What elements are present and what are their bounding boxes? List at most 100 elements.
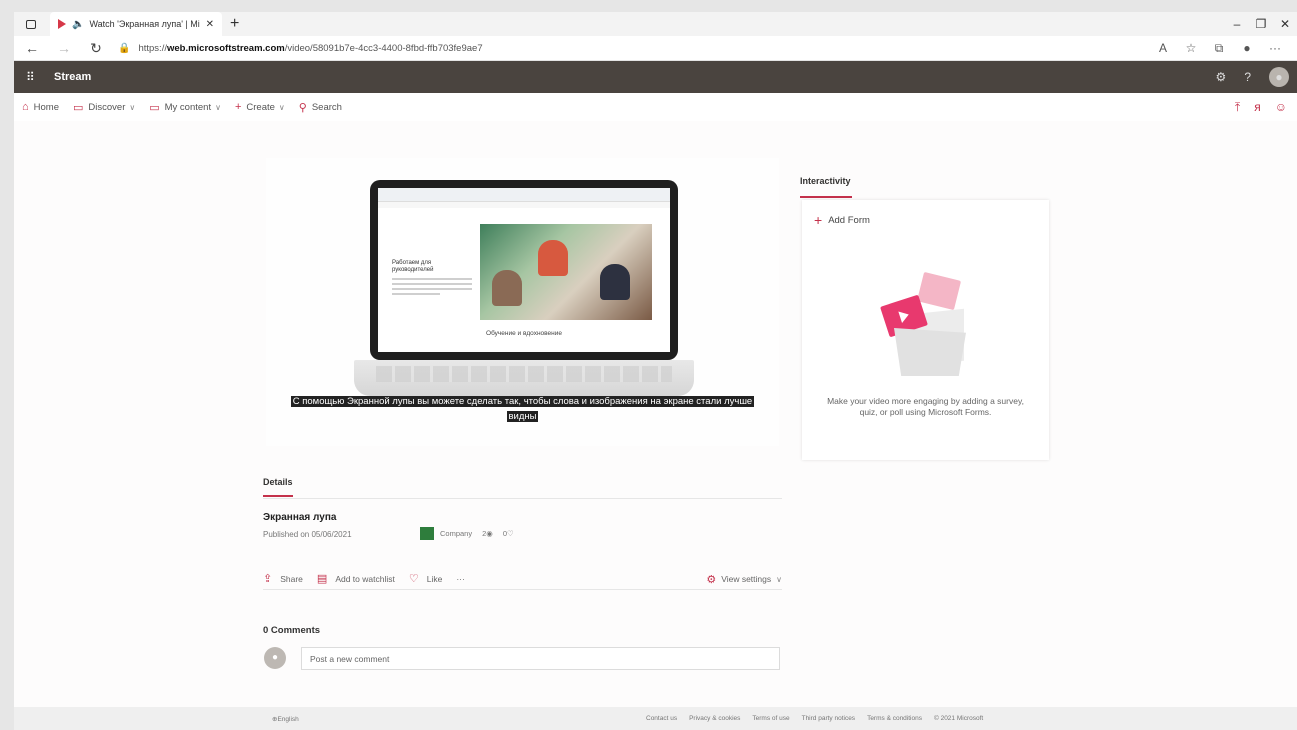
nav-search[interactable]: ⚲ Search xyxy=(299,101,342,114)
person-icon[interactable]: ᴙ xyxy=(1254,100,1261,114)
footer-link-contact[interactable]: Contact us xyxy=(646,715,677,722)
nav-create[interactable]: + Create ∨ xyxy=(235,101,285,113)
more-icon[interactable]: ··· xyxy=(1261,41,1289,56)
footer-link-terms[interactable]: Terms of use xyxy=(752,715,789,722)
plus-icon: + xyxy=(814,212,823,228)
video-actions: ⇪ Share ▤ Add to watchlist ♡ Like ··· ⚙ … xyxy=(263,568,782,590)
minimize-button[interactable]: – xyxy=(1225,17,1249,31)
url-prefix: https:// xyxy=(138,42,167,54)
new-tab-button[interactable]: + xyxy=(230,15,239,33)
main-content: Работаем для руководителей Обучение и вд… xyxy=(14,121,1297,707)
language-label: English xyxy=(277,716,299,723)
tab-interactivity[interactable]: Interactivity xyxy=(800,176,851,186)
divider xyxy=(263,498,782,499)
nav-discover-label: Discover xyxy=(88,101,126,113)
active-tab-indicator xyxy=(263,495,293,497)
footer-link-privacy[interactable]: Privacy & cookies xyxy=(689,715,740,722)
settings-icon[interactable]: ⚙ xyxy=(1216,70,1227,84)
help-icon[interactable]: ? xyxy=(1244,70,1251,84)
speaker-icon[interactable]: 🔈 xyxy=(72,19,84,30)
share-button[interactable]: ⇪ Share xyxy=(263,572,303,585)
tab-details[interactable]: Details xyxy=(263,477,293,487)
restore-button[interactable]: ❐ xyxy=(1249,17,1273,31)
language-selector[interactable]: ⊕English xyxy=(272,715,299,723)
sidebar-icon[interactable] xyxy=(26,19,36,29)
nav-right-actions: ⤒ ᴙ ☺ xyxy=(1221,93,1287,121)
browser-tab[interactable]: 🔈 Watch 'Экранная лупа' | Mi ✕ xyxy=(50,12,222,36)
comment-input[interactable]: Post a new comment xyxy=(301,647,780,670)
watchlist-label: Add to watchlist xyxy=(335,573,395,584)
add-form-label: Add Form xyxy=(828,214,870,226)
forward-icon: → xyxy=(57,40,71,56)
reader-icon[interactable]: A xyxy=(1149,41,1177,56)
more-label: ··· xyxy=(456,573,465,584)
heart-icon: ♡ xyxy=(408,573,419,585)
back-icon[interactable]: ← xyxy=(22,40,42,56)
lock-icon[interactable]: 🔒 xyxy=(118,43,130,54)
chevron-down-icon: ∨ xyxy=(215,102,221,112)
title-bar: 🔈 Watch 'Экранная лупа' | Mi ✕ + – ❐ ✕ xyxy=(14,12,1297,36)
address-bar: ← → ↻ 🔒 https://web.microsoftstream.com /… xyxy=(14,36,1297,61)
smiley-icon[interactable]: ☺ xyxy=(1275,100,1287,114)
view-settings-button[interactable]: ⚙ View settings ∨ xyxy=(706,568,782,590)
gear-icon: ⚙ xyxy=(706,573,717,586)
close-window-button[interactable]: ✕ xyxy=(1273,17,1297,31)
add-form-button[interactable]: + Add Form xyxy=(814,212,870,228)
upload-icon[interactable]: ⤒ xyxy=(1235,100,1240,115)
channel-name[interactable]: Company xyxy=(440,529,472,538)
like-button[interactable]: ♡ Like xyxy=(409,572,442,585)
footer-links: Contact us Privacy & cookies Terms of us… xyxy=(646,715,995,722)
publish-date: Published on 05/06/2021 xyxy=(263,530,352,539)
avatar: ● xyxy=(264,647,286,669)
nav-my-content[interactable]: ▭ My content ∨ xyxy=(149,101,221,114)
waffle-icon[interactable]: ⠿ xyxy=(26,70,40,84)
favorite-icon[interactable]: ☆ xyxy=(1177,41,1205,56)
nav-my-content-label: My content xyxy=(164,101,212,113)
comments-title: 0 Comments xyxy=(263,625,321,636)
share-label: Share xyxy=(280,573,303,584)
video-favicon xyxy=(58,19,66,29)
close-icon[interactable]: ✕ xyxy=(206,19,214,30)
header-actions: ⚙ ? ● xyxy=(1198,61,1289,93)
tab-title: Watch 'Экранная лупа' | Mi xyxy=(89,19,200,29)
window-controls: – ❐ ✕ xyxy=(1225,12,1297,36)
footer-link-third-party[interactable]: Third party notices xyxy=(802,715,855,722)
screen-heading: Работаем для руководителей xyxy=(392,260,434,273)
collections-icon[interactable]: ⧉ xyxy=(1205,41,1233,56)
chevron-down-icon: ∨ xyxy=(776,574,782,584)
nav-discover[interactable]: ▭ Discover ∨ xyxy=(73,101,135,114)
browser-window: 🔈 Watch 'Экранная лупа' | Mi ✕ + – ❐ ✕ ←… xyxy=(14,12,1297,730)
video-player[interactable]: Работаем для руководителей Обучение и вд… xyxy=(266,158,779,446)
footer-copyright: © 2021 Microsoft xyxy=(933,715,984,722)
avatar[interactable]: ● xyxy=(1269,67,1289,87)
app-header: ⠿ Stream ⚙ ? ● xyxy=(14,61,1297,93)
channel-thumbnail[interactable] xyxy=(420,527,434,540)
add-to-watchlist-button[interactable]: ▤ Add to watchlist xyxy=(317,572,395,585)
forms-illustration xyxy=(876,270,976,380)
share-icon: ⇪ xyxy=(263,573,273,585)
url-path: /video/58091b7e-4cc3-4400-8fbd-ffb703fe9… xyxy=(284,42,483,54)
interactivity-description: Make your video more engaging by adding … xyxy=(827,396,1024,417)
browser-toolbar: A ☆ ⧉ ● ··· xyxy=(1149,41,1289,56)
video-meta: Company 2 ◉ 0 ♡ xyxy=(420,527,514,540)
nav-home-label: Home xyxy=(33,101,59,113)
search-icon: ⚲ xyxy=(298,101,307,114)
screen-photo xyxy=(480,224,652,320)
footer: ⊕English Contact us Privacy & cookies Te… xyxy=(14,707,1297,730)
profile-icon[interactable]: ● xyxy=(1233,41,1261,56)
main-nav: ⌂ Home ▭ Discover ∨ ▭ My content ∨ + Cre… xyxy=(14,93,1297,121)
subtitle-line-1: С помощью Экранной лупы вы можете сделат… xyxy=(290,396,755,407)
nav-home[interactable]: ⌂ Home xyxy=(22,101,59,113)
my-content-icon: ▭ xyxy=(149,101,160,114)
app-brand[interactable]: Stream xyxy=(54,71,91,83)
footer-link-conditions[interactable]: Terms & conditions xyxy=(867,715,922,722)
interactivity-panel: + Add Form Make your video more engaging… xyxy=(802,200,1049,460)
view-settings-label: View settings xyxy=(721,574,772,584)
nav-create-label: Create xyxy=(246,101,275,113)
like-label: Like xyxy=(426,573,443,584)
more-actions-button[interactable]: ··· xyxy=(456,574,465,584)
url-field[interactable]: 🔒 https://web.microsoftstream.com/video/… xyxy=(118,43,1149,54)
chevron-down-icon: ∨ xyxy=(278,102,285,112)
discover-icon: ▭ xyxy=(73,101,84,114)
refresh-icon[interactable]: ↻ xyxy=(86,40,106,57)
